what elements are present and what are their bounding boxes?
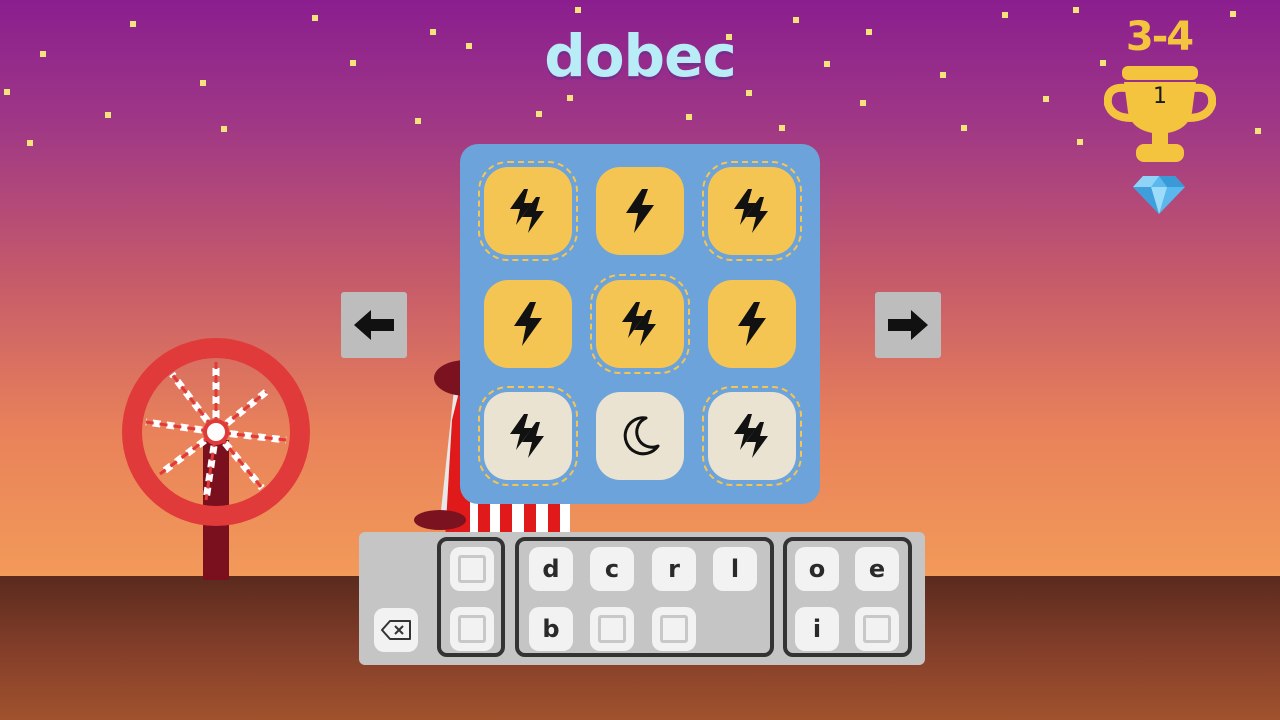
ferris-wheel — [122, 338, 310, 580]
double-lightning-icon — [622, 302, 656, 346]
board-tile[interactable] — [596, 392, 684, 480]
letter-key[interactable]: b — [529, 607, 573, 651]
target-word: dobec — [544, 22, 737, 90]
double-lightning-icon — [734, 414, 768, 458]
empty-key-slot[interactable] — [450, 607, 494, 651]
double-lightning-icon — [510, 189, 544, 233]
empty-key-slot[interactable] — [450, 547, 494, 591]
board-tile[interactable] — [590, 274, 690, 374]
lightning-icon — [514, 302, 542, 346]
letter-key[interactable]: c — [590, 547, 634, 591]
level-indicator: 3-4 — [1125, 14, 1194, 60]
arrow-right-icon — [888, 310, 928, 340]
moon-icon — [623, 416, 660, 456]
lightning-icon — [626, 189, 654, 233]
empty-key-slot[interactable] — [652, 607, 696, 651]
letter-key[interactable]: d — [529, 547, 573, 591]
diamond-icon — [1133, 176, 1185, 214]
double-lightning-icon — [510, 414, 544, 458]
lightning-icon — [738, 302, 766, 346]
empty-key-slot[interactable] — [590, 607, 634, 651]
backspace-icon — [381, 620, 411, 640]
letter-key[interactable]: l — [713, 547, 757, 591]
letter-key[interactable]: r — [652, 547, 696, 591]
board-tile[interactable] — [708, 280, 796, 368]
board-tile[interactable] — [484, 280, 572, 368]
board-tile[interactable] — [596, 167, 684, 255]
previous-puzzle-button[interactable] — [341, 292, 407, 358]
board-tile[interactable] — [478, 386, 578, 486]
trophy-icon — [1104, 66, 1216, 162]
letter-key[interactable]: e — [855, 547, 899, 591]
backspace-button[interactable] — [374, 608, 418, 652]
board-tile[interactable] — [478, 161, 578, 261]
letter-key[interactable]: o — [795, 547, 839, 591]
board-tile[interactable] — [702, 161, 802, 261]
letter-key[interactable]: i — [795, 607, 839, 651]
arrow-left-icon — [354, 310, 394, 340]
empty-key-slot[interactable] — [855, 607, 899, 651]
trophy-count: 1 — [1153, 84, 1167, 109]
next-puzzle-button[interactable] — [875, 292, 941, 358]
board-tile[interactable] — [702, 386, 802, 486]
double-lightning-icon — [734, 189, 768, 233]
